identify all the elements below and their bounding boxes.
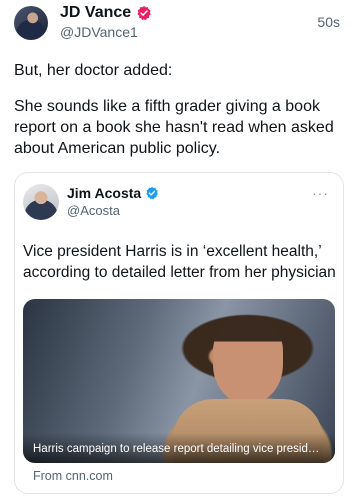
photo-subject-head	[213, 317, 283, 403]
link-preview-image[interactable]: Harris campaign to release report detail…	[23, 299, 335, 463]
quoted-author-name-row: Jim Acosta	[67, 185, 159, 201]
author-name[interactable]: JD Vance	[60, 4, 131, 22]
author-avatar[interactable]	[14, 6, 48, 40]
quoted-tweet-text: Vice president Harris is in ‘excellent h…	[23, 243, 336, 281]
verified-badge-icon	[137, 6, 151, 21]
quoted-author-avatar[interactable]	[23, 184, 59, 220]
quoted-author-name[interactable]: Jim Acosta	[67, 185, 141, 201]
author-handle[interactable]: @JDVance1	[60, 24, 138, 40]
link-source[interactable]: From cnn.com	[33, 469, 113, 483]
quoted-author-handle[interactable]: @Acosta	[67, 203, 120, 218]
link-preview-title[interactable]: Harris campaign to release report detail…	[33, 443, 325, 455]
post-text-line-1: But, her doctor added:	[14, 62, 173, 79]
post-timestamp[interactable]: 50s	[317, 14, 340, 30]
more-options-icon[interactable]: ···	[312, 185, 329, 201]
post-text-line-2: She sounds like a fifth grader giving a …	[14, 98, 334, 157]
verified-badge-icon	[146, 186, 159, 200]
quoted-tweet-card[interactable]: Jim Acosta @Acosta ··· Vice president Ha…	[14, 172, 344, 494]
author-name-row: JD Vance	[60, 4, 152, 22]
